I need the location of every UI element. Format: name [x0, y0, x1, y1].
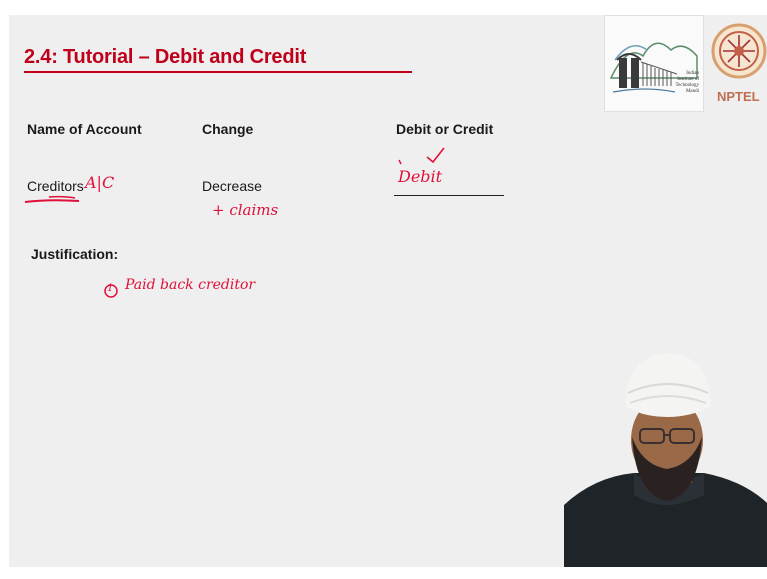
annotation-claims: + claims [212, 201, 279, 219]
top-border [0, 0, 767, 15]
annotation-account-suffix: A|C [85, 173, 115, 192]
presenter-video-icon [564, 345, 767, 567]
annotation-debit: Debit [398, 167, 443, 186]
annotation-justification-note: Paid back creditor [125, 277, 256, 293]
slide-canvas: 2.4: Tutorial – Debit and Credit Indian … [9, 15, 767, 567]
annotation-item-number: 1 [107, 283, 114, 294]
bottom-border [0, 567, 767, 579]
left-border [0, 0, 9, 579]
